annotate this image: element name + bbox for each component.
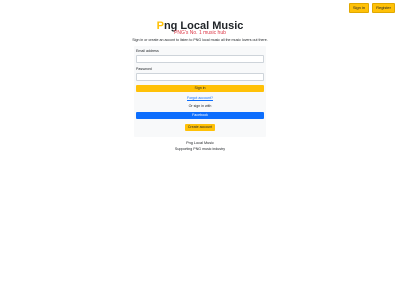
top-nav: Sign in Register xyxy=(348,3,395,13)
password-label: Password xyxy=(136,67,152,71)
footer-title: Png Local Music xyxy=(186,141,214,145)
create-account-button[interactable]: Create account xyxy=(185,124,215,131)
email-field[interactable] xyxy=(136,55,264,63)
footer-subtitle: Supporting PNG music industry xyxy=(174,147,226,151)
page: Sign in Register Png Local Music PNG's N… xyxy=(0,0,400,300)
signin-nav-button[interactable]: Sign in xyxy=(348,3,370,13)
tagline: PNG's No. 1 music hub xyxy=(174,30,226,36)
signin-button[interactable]: Sign in xyxy=(136,85,264,92)
signin-card: Email address Password Sign in Forgot ac… xyxy=(134,46,266,137)
forgot-account-link[interactable]: Forgot account? xyxy=(134,96,266,100)
intro-text: Sign in or create an accont to listen to… xyxy=(132,38,268,42)
register-nav-button[interactable]: Register xyxy=(372,3,395,13)
password-field[interactable] xyxy=(136,73,264,81)
email-label: Email address xyxy=(136,49,159,53)
facebook-button[interactable]: Facebook xyxy=(136,112,264,119)
or-signin-text: Or sign in with xyxy=(188,104,212,108)
